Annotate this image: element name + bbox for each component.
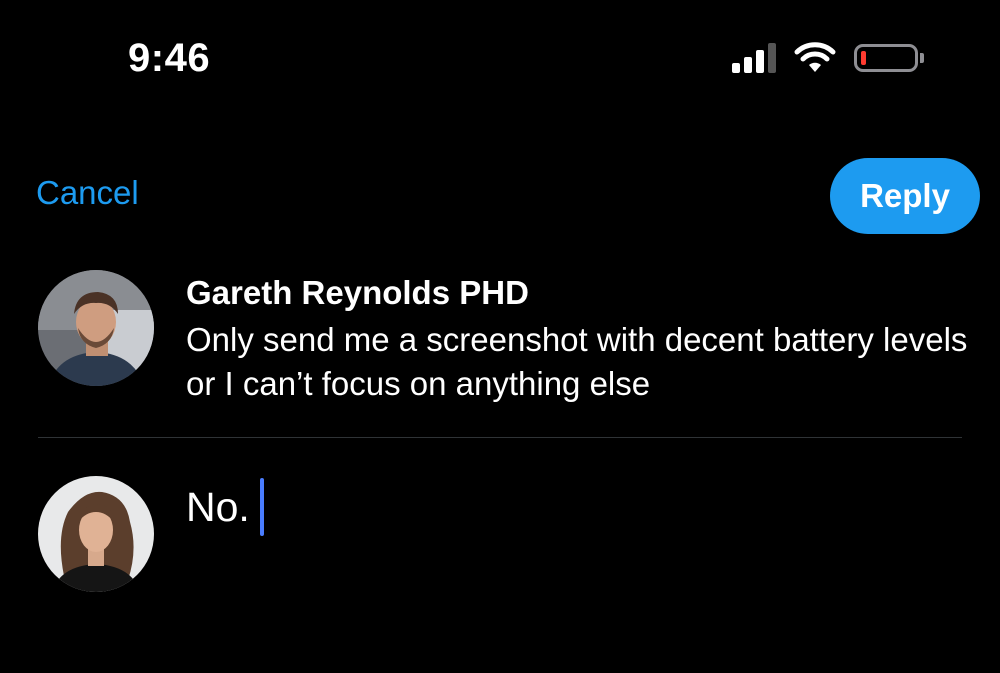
post-author-name: Gareth Reynolds PHD <box>186 274 529 311</box>
reply-input-value: No. <box>186 483 250 530</box>
post-text: Only send me a screenshot with decent ba… <box>186 321 968 402</box>
status-icons <box>732 42 924 74</box>
status-time: 9:46 <box>128 36 211 80</box>
battery-level <box>861 51 866 65</box>
cellular-signal-icon <box>732 43 776 73</box>
cancel-button[interactable]: Cancel <box>36 174 139 212</box>
reply-button[interactable]: Reply <box>830 158 980 234</box>
author-avatar[interactable] <box>38 270 154 386</box>
reply-text-input[interactable]: No. <box>186 478 966 536</box>
wifi-icon <box>794 42 836 74</box>
user-avatar[interactable] <box>38 476 154 592</box>
reply-compose-screen: 9:46 Cancel Reply Gareth Reynolds PHD On… <box>0 0 1000 673</box>
divider <box>38 437 962 438</box>
text-cursor <box>259 478 264 536</box>
battery-icon <box>854 44 924 72</box>
